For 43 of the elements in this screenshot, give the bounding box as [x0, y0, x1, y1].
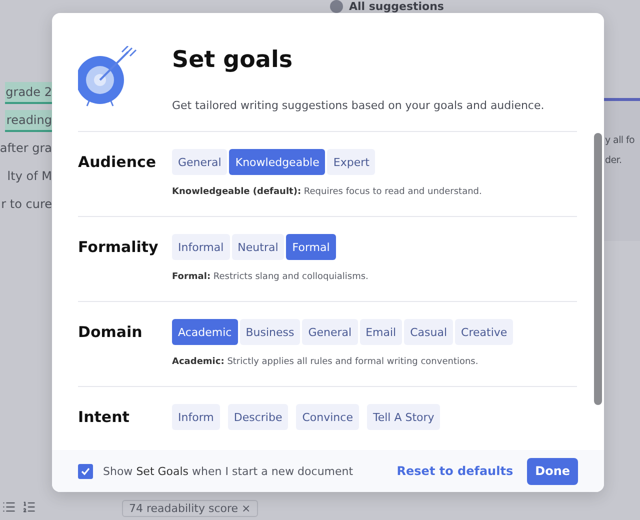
option-button[interactable]: General: [172, 149, 228, 175]
show-checkbox[interactable]: [78, 464, 93, 478]
option-button[interactable]: Casual: [404, 319, 454, 345]
option-description: Knowledgeable (default): Requires focus to read and understand.: [172, 187, 482, 197]
dialog-title: Set goals: [172, 46, 294, 75]
document-text: r to cure: [0, 196, 52, 213]
numbered-list-icon[interactable]: [22, 500, 36, 514]
section-label: Intent: [78, 407, 130, 428]
card-text: der.: [605, 154, 623, 168]
option-button[interactable]: Email: [360, 319, 402, 345]
document-text: grade 2: [4, 82, 52, 104]
dialog-subtitle: Get tailored writing suggestions based on your goals and audience.: [172, 99, 544, 112]
document-text: reading: [5, 110, 52, 132]
option-button[interactable]: Neutral: [232, 234, 284, 260]
option-button[interactable]: Describe: [228, 404, 288, 430]
option-button[interactable]: Convince: [296, 404, 359, 430]
done-button[interactable]: Done: [527, 458, 578, 484]
option-description: Academic: Strictly applies all rules and formal writing conventions.: [172, 357, 480, 367]
readability-tag[interactable]: 74 readability score ×: [122, 500, 258, 517]
section-label: Domain: [78, 322, 144, 343]
card-text: y all fo: [605, 134, 635, 148]
section-label: Audience: [78, 152, 158, 173]
option-button[interactable]: Formal: [286, 234, 336, 260]
document-text: lty of M: [6, 168, 52, 185]
option-button[interactable]: Academic: [172, 319, 238, 345]
section-label: Formality: [78, 237, 160, 258]
option-button[interactable]: Inform: [172, 404, 220, 430]
option-button[interactable]: Informal: [172, 234, 230, 260]
option-button[interactable]: Knowledgeable: [229, 149, 326, 175]
option-description: Formal: Restricts slang and colloquialisms.: [172, 272, 368, 282]
option-button[interactable]: Creative: [455, 319, 514, 345]
checkmark-icon: [81, 466, 90, 476]
checkbox-label: Show Set Goals when I start a new document: [103, 464, 354, 478]
count-badge: [330, 0, 343, 13]
option-button[interactable]: Business: [240, 319, 300, 345]
reset-link[interactable]: Reset to defaults: [396, 464, 514, 478]
bullet-list-icon[interactable]: [2, 500, 16, 514]
document-text: after gra: [0, 140, 52, 157]
suggestions-heading: All suggestions: [349, 0, 444, 12]
option-button[interactable]: Expert: [327, 149, 376, 175]
scrollbar-thumb[interactable]: [594, 133, 602, 405]
option-button[interactable]: Tell A Story: [366, 404, 440, 430]
option-button[interactable]: General: [302, 319, 358, 345]
